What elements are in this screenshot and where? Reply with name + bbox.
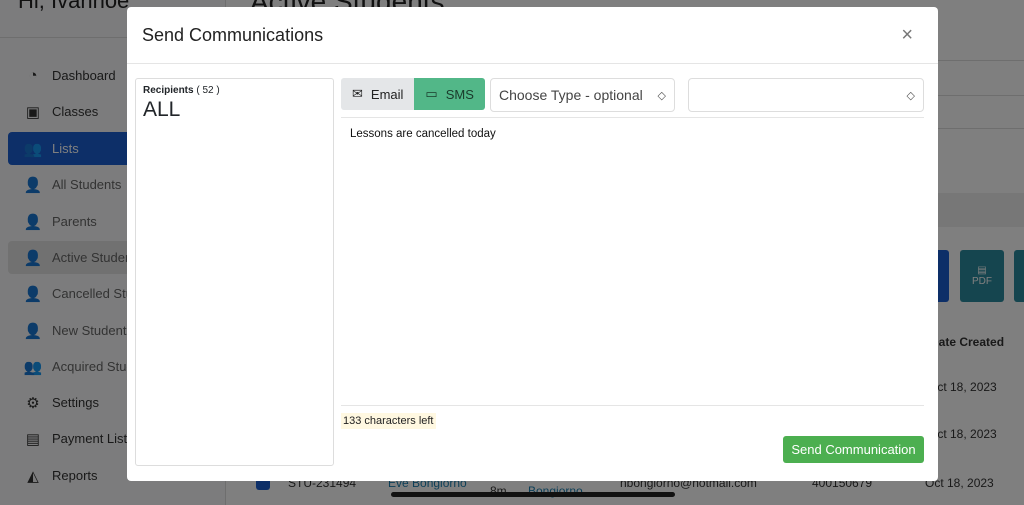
horizontal-scrollbar[interactable] bbox=[391, 492, 675, 497]
type-select[interactable]: Choose Type - optional ◇ bbox=[490, 78, 675, 112]
sms-tab[interactable]: ▭ SMS bbox=[414, 78, 485, 110]
recipients-value: ALL bbox=[143, 98, 181, 121]
send-communications-modal: Send Communications × Recipients ( 52 ) … bbox=[127, 7, 938, 481]
recipients-count: ( 52 ) bbox=[196, 85, 220, 96]
email-tab[interactable]: ✉ Email bbox=[341, 78, 415, 110]
modal-title: Send Communications bbox=[142, 24, 324, 45]
recipients-label: Recipients bbox=[143, 85, 194, 96]
type-select-value: Choose Type - optional bbox=[499, 87, 643, 103]
email-label: Email bbox=[370, 86, 404, 102]
chevron-updown-icon: ◇ bbox=[657, 89, 666, 102]
characters-left: 133 characters left bbox=[341, 413, 436, 429]
sms-label: SMS bbox=[445, 86, 474, 102]
channel-toggle: ✉ Email ▭ SMS bbox=[341, 78, 485, 110]
send-communication-button[interactable]: Send Communication bbox=[783, 436, 924, 463]
message-textarea[interactable]: Lessons are cancelled today bbox=[341, 117, 924, 406]
secondary-select[interactable]: ◇ bbox=[688, 78, 924, 112]
envelope-icon: ✉ bbox=[352, 86, 363, 101]
recipients-panel: Recipients ( 52 ) ALL bbox=[135, 78, 334, 466]
comment-icon: ▭ bbox=[425, 86, 438, 101]
close-icon[interactable]: × bbox=[901, 24, 913, 47]
chevron-updown-icon: ◇ bbox=[906, 89, 915, 102]
